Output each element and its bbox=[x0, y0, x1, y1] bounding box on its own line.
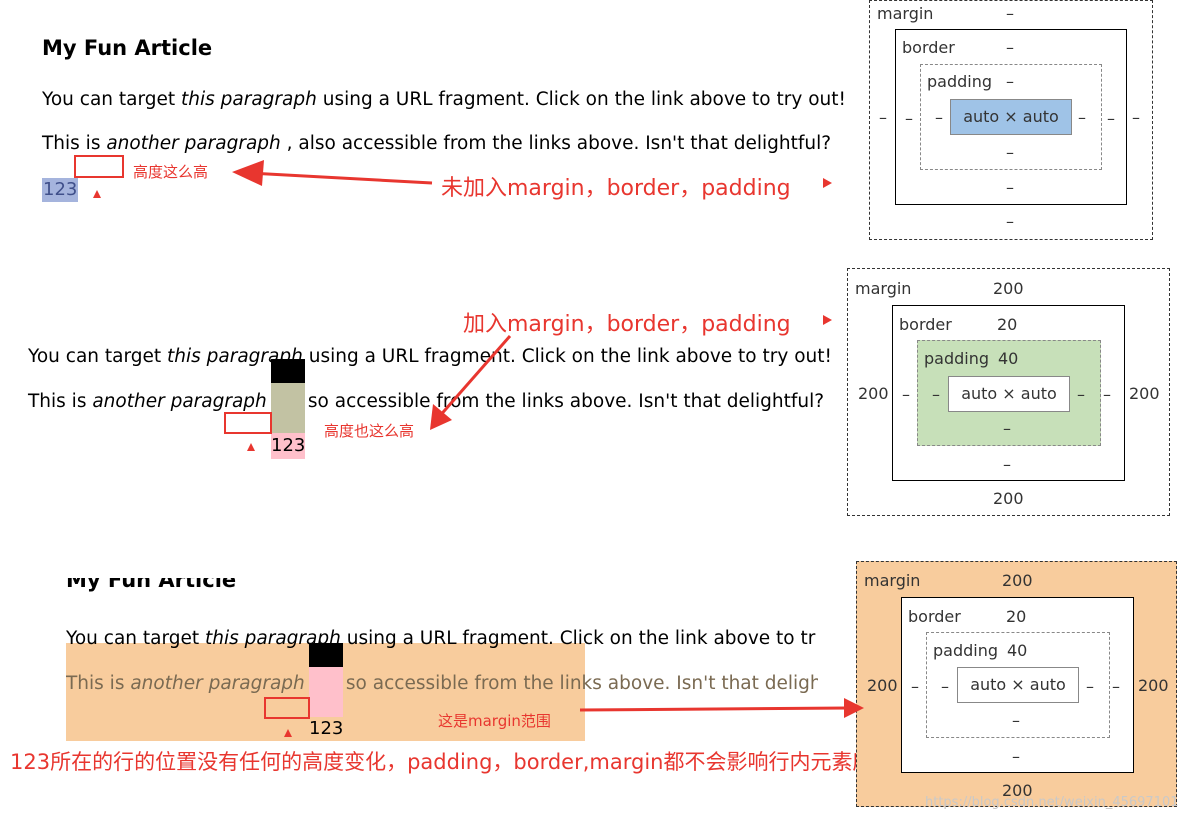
annotation-arrows bbox=[93, 160, 864, 737]
small-arrow-up bbox=[284, 729, 292, 737]
arrow-head bbox=[232, 160, 264, 186]
arrow-line bbox=[579, 706, 849, 712]
arrow-head bbox=[844, 698, 864, 718]
small-arrow-up bbox=[93, 190, 101, 198]
arrow-line bbox=[249, 171, 433, 185]
small-arrow-right bbox=[823, 315, 832, 325]
small-arrow-up bbox=[247, 443, 255, 451]
small-arrow-right bbox=[823, 178, 832, 188]
arrow-line bbox=[436, 335, 512, 419]
